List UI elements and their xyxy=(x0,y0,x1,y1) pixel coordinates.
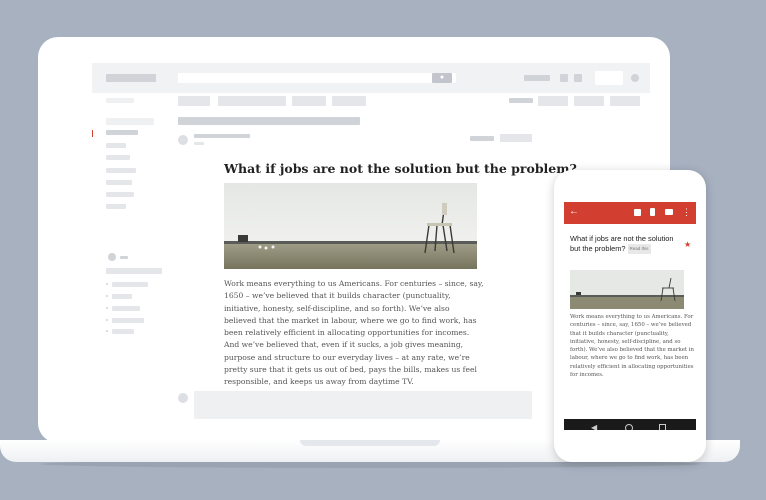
contact-dot xyxy=(106,319,108,321)
phone-navbar: ◀ xyxy=(564,419,696,430)
gmail-logo xyxy=(106,74,156,82)
reply-avatar xyxy=(178,393,188,403)
nav-back-icon[interactable]: ◀ xyxy=(591,423,597,430)
mail-label[interactable] xyxy=(106,98,134,103)
share-button[interactable] xyxy=(595,71,623,85)
notifications-icon[interactable] xyxy=(574,74,582,82)
apps-icon[interactable] xyxy=(560,74,568,82)
nav-home-icon[interactable] xyxy=(625,424,633,430)
account-name xyxy=(524,75,550,81)
phone-screen: ← ⋮ What if jobs are not the solution bu… xyxy=(564,202,696,430)
sidebar-item-starred[interactable] xyxy=(106,143,126,148)
reply-box[interactable] xyxy=(194,391,532,419)
archive-icon[interactable] xyxy=(634,209,641,216)
phone-hero-image xyxy=(570,270,684,309)
laptop-notch xyxy=(300,440,440,446)
star-icon[interactable]: ★ xyxy=(684,241,691,249)
phone-email-subject: What if jobs are not the solution but th… xyxy=(570,234,674,253)
search-icon: ● xyxy=(439,74,445,81)
phone: ← ⋮ What if jobs are not the solution bu… xyxy=(554,170,706,462)
contact-item[interactable] xyxy=(112,329,134,334)
contact-item[interactable] xyxy=(112,318,144,323)
delete-icon[interactable] xyxy=(650,208,655,216)
contact-item[interactable] xyxy=(112,282,148,287)
sender-avatar xyxy=(178,135,188,145)
sidebar-item-categories[interactable] xyxy=(106,192,134,197)
sidebar-item-important[interactable] xyxy=(106,155,130,160)
phone-email-body: Work means everything to us Americans. F… xyxy=(570,314,694,379)
phone-hero-image-chair xyxy=(570,270,684,309)
hero-image xyxy=(224,183,477,269)
sender-detail xyxy=(194,142,204,145)
contact-dot xyxy=(106,307,108,309)
contact-dot xyxy=(106,283,108,285)
hangouts-search[interactable] xyxy=(106,268,162,274)
settings-button[interactable] xyxy=(610,96,640,106)
gmail-topbar: ● xyxy=(92,63,650,93)
hangouts-status xyxy=(120,256,128,259)
contact-item[interactable] xyxy=(112,294,132,299)
back-arrow-icon[interactable]: ← xyxy=(569,206,579,218)
email-body: Work means everything to us Americans. F… xyxy=(224,279,484,387)
hangouts-avatar[interactable] xyxy=(108,253,116,261)
sidebar-item-sent[interactable] xyxy=(106,168,136,173)
input-tools-button[interactable] xyxy=(574,96,604,106)
email-date xyxy=(470,136,494,141)
contact-item[interactable] xyxy=(112,306,140,311)
sender-name xyxy=(194,134,250,138)
back-button[interactable] xyxy=(178,96,210,106)
avatar[interactable] xyxy=(631,74,639,82)
phone-appbar: ← ⋮ xyxy=(564,202,696,224)
search-input[interactable] xyxy=(178,73,456,83)
labels-button[interactable] xyxy=(292,96,326,106)
email-title: What if jobs are not the solution but th… xyxy=(224,161,577,176)
compose-button[interactable] xyxy=(106,118,154,125)
more-button[interactable] xyxy=(332,96,366,106)
phone-email-title: What if jobs are not the solution but th… xyxy=(570,234,680,255)
mail-icon[interactable] xyxy=(665,209,673,215)
label-tag[interactable]: Read this xyxy=(627,244,651,255)
prev-next-button[interactable] xyxy=(538,96,568,106)
email-subject-bar xyxy=(178,117,360,125)
contact-dot xyxy=(106,295,108,297)
overflow-menu-icon[interactable]: ⋮ xyxy=(682,206,691,218)
sidebar-item-inbox[interactable] xyxy=(106,130,138,135)
contact-dot xyxy=(106,330,108,332)
active-indicator xyxy=(92,130,93,137)
search-button[interactable]: ● xyxy=(432,73,452,83)
nav-recents-icon[interactable] xyxy=(659,424,666,430)
pagination-label xyxy=(509,98,533,103)
sidebar-item-more[interactable] xyxy=(106,204,126,209)
actions-button-group[interactable] xyxy=(218,96,286,106)
reply-button[interactable] xyxy=(500,134,532,142)
sidebar-item-drafts[interactable] xyxy=(106,180,132,185)
hero-image-chair xyxy=(224,183,477,269)
